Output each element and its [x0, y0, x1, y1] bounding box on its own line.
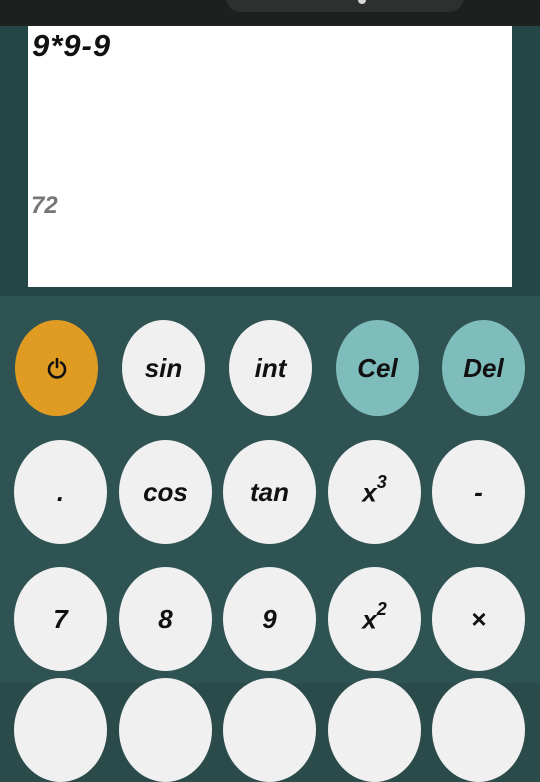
digit-9-button[interactable]: 9: [223, 567, 316, 671]
multiply-button[interactable]: ×: [432, 567, 525, 671]
next-row-key-4[interactable]: [328, 678, 421, 782]
cos-label: cos: [143, 476, 188, 507]
camera-cutout: [226, 0, 464, 12]
clear-label: Cel: [357, 352, 398, 383]
cube-label: x3: [362, 471, 387, 508]
decimal-button[interactable]: .: [14, 440, 107, 544]
digit-9-label: 9: [262, 603, 277, 634]
calculator-display: 9*9-9 72: [28, 26, 512, 287]
expression-text: 9*9-9: [32, 28, 112, 63]
next-row-key-3[interactable]: [223, 678, 316, 782]
digit-7-button[interactable]: 7: [14, 567, 107, 671]
square-button[interactable]: x2: [328, 567, 421, 671]
result-text: 72: [31, 192, 58, 219]
int-label: int: [254, 352, 287, 383]
next-row-key-5[interactable]: [432, 678, 525, 782]
power-button[interactable]: [15, 320, 98, 416]
decimal-label: .: [56, 476, 65, 507]
multiply-label: ×: [470, 603, 487, 634]
digit-8-label: 8: [158, 603, 173, 634]
tan-button[interactable]: tan: [223, 440, 316, 544]
power-icon: [46, 357, 68, 379]
digit-7-label: 7: [53, 603, 68, 634]
sin-label: sin: [144, 352, 183, 383]
next-row-key-1[interactable]: [14, 678, 107, 782]
minus-label: -: [474, 476, 483, 507]
delete-button[interactable]: Del: [442, 320, 525, 416]
delete-label: Del: [463, 352, 504, 383]
status-bar: [0, 0, 540, 26]
int-button[interactable]: int: [229, 320, 312, 416]
minus-button[interactable]: -: [432, 440, 525, 544]
cube-button[interactable]: x3: [328, 440, 421, 544]
sin-button[interactable]: sin: [122, 320, 205, 416]
next-row-key-2[interactable]: [119, 678, 212, 782]
tan-label: tan: [250, 476, 289, 507]
digit-8-button[interactable]: 8: [119, 567, 212, 671]
clear-button[interactable]: Cel: [336, 320, 419, 416]
square-label: x2: [362, 598, 387, 635]
cos-button[interactable]: cos: [119, 440, 212, 544]
keypad: sin int Cel Del . cos tan x3 - 7 8 9 x2 …: [0, 296, 540, 782]
